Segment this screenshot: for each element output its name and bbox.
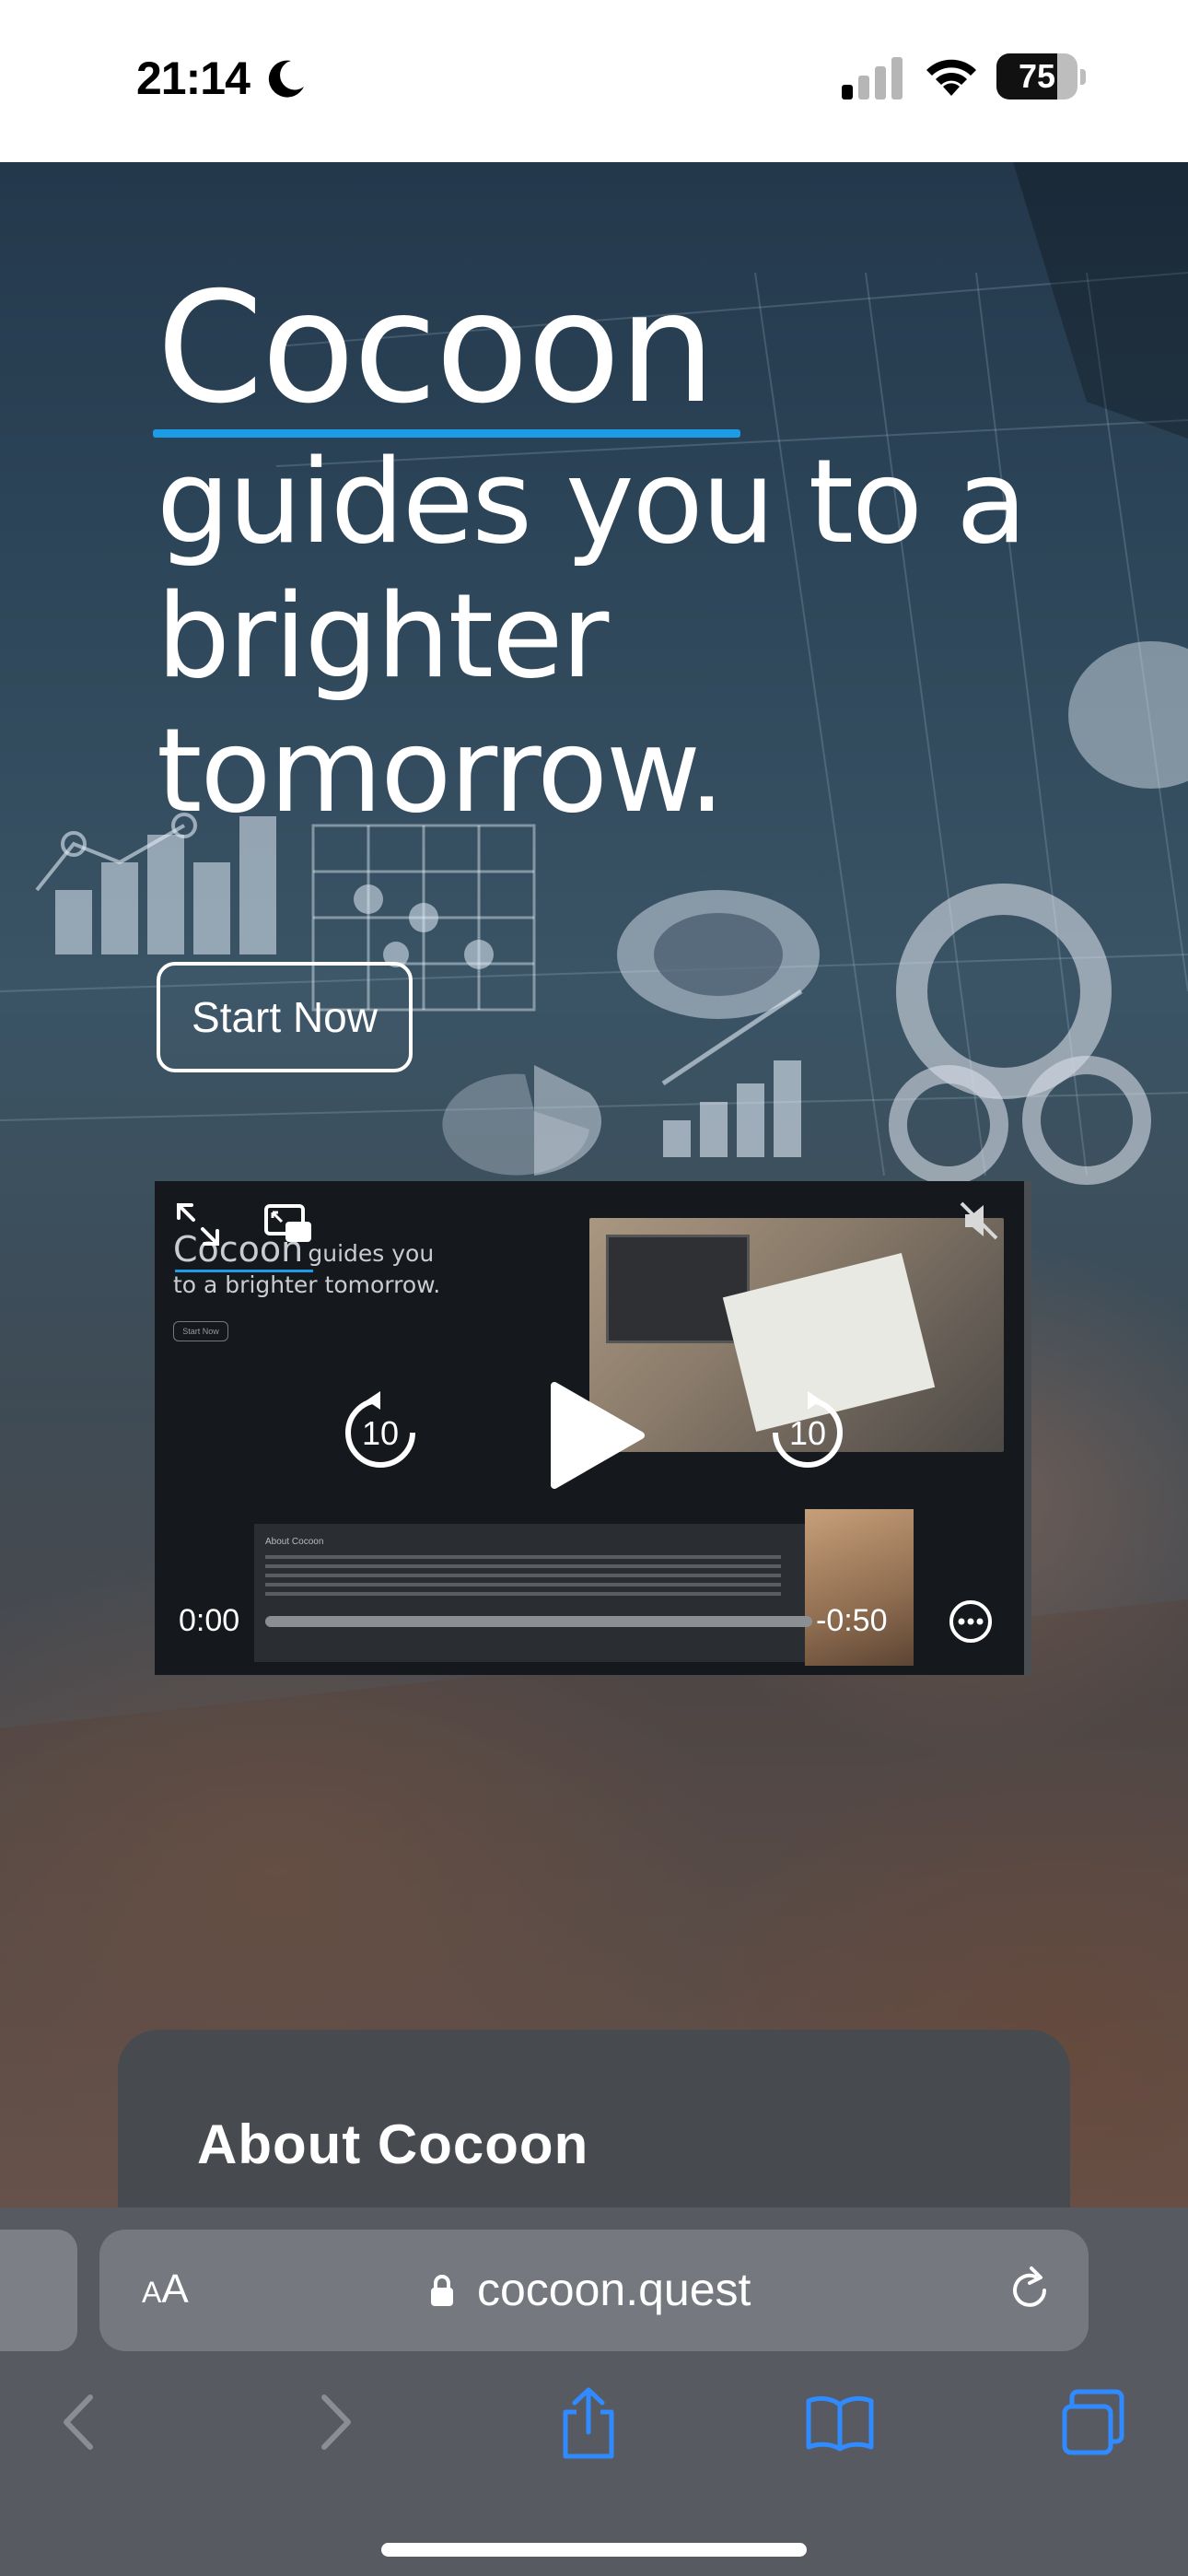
rewind-10-seconds-icon[interactable]: 10 [339, 1391, 422, 1474]
video-frame-people-photo [805, 1509, 914, 1666]
hero-headline: Cocoon guides you to a brighter tomorrow… [153, 271, 1077, 838]
rewind-seconds-label: 10 [362, 1414, 399, 1452]
video-elapsed-time: 0:00 [179, 1603, 240, 1638]
video-frame-about-heading: About Cocoon [265, 1537, 324, 1547]
video-remaining-time: -0:50 [816, 1603, 888, 1638]
brand-name: Cocoon [153, 271, 1077, 438]
video-frame-tagline: guides you [308, 1240, 435, 1267]
tabs-icon[interactable] [1059, 2388, 1129, 2458]
address-bar[interactable]: AA cocoon.quest [99, 2230, 1089, 2351]
forward-10-seconds-icon[interactable]: 10 [766, 1391, 849, 1474]
status-bar: 21:14 75 [0, 0, 1188, 162]
wifi-icon [926, 59, 976, 96]
reader-settings-large-a: A [161, 2266, 189, 2312]
video-frame-start-button: Start Now [173, 1321, 228, 1341]
back-icon[interactable] [57, 2392, 99, 2453]
brand-name-text: Cocoon [157, 260, 716, 438]
video-scrubber[interactable] [265, 1616, 812, 1627]
reader-settings-small-a: A [142, 2276, 162, 2309]
forward-icon[interactable] [315, 2392, 357, 2453]
brand-underline [153, 429, 740, 438]
about-heading: About Cocoon [197, 2113, 589, 2175]
video-frame-underline [175, 1270, 313, 1272]
browser-toolbar: AA cocoon.quest [0, 2207, 1188, 2576]
share-icon[interactable] [556, 2386, 621, 2460]
battery-percentage: 75 [1018, 57, 1056, 95]
previous-tab-preview[interactable] [0, 2230, 77, 2351]
more-options-icon[interactable] [949, 1599, 993, 1644]
bookmarks-icon[interactable] [805, 2394, 875, 2453]
reload-icon[interactable] [1004, 2265, 1055, 2316]
home-indicator[interactable] [381, 2543, 807, 2557]
video-frame-about: About Cocoon [254, 1524, 807, 1662]
video-frame-tagline-line2: to a brighter tomorrow. [173, 1271, 441, 1298]
fullscreen-expand-icon[interactable] [175, 1201, 221, 1247]
forward-seconds-label: 10 [789, 1414, 826, 1452]
start-now-button[interactable]: Start Now [157, 962, 413, 1072]
video-player[interactable]: Cocoon guides you to a brighter tomorrow… [155, 1181, 1031, 1675]
hero-tagline: guides you to a brighter tomorrow. [157, 434, 1027, 838]
lock-icon [431, 2275, 453, 2306]
video-frame-edge [1024, 1181, 1031, 1675]
do-not-disturb-moon-icon [268, 60, 304, 98]
url-text[interactable]: cocoon.quest [477, 2263, 751, 2316]
about-card: About Cocoon [118, 2030, 1070, 2207]
picture-in-picture-icon[interactable] [263, 1203, 313, 1244]
cellular-signal-icon [842, 57, 903, 100]
battery-icon: 75 [996, 53, 1087, 101]
play-icon[interactable] [545, 1380, 646, 1491]
muted-speaker-icon[interactable] [958, 1200, 1000, 1242]
reader-settings-button[interactable]: AA [142, 2266, 189, 2313]
status-time: 21:14 [136, 53, 250, 104]
hero-section: Cocoon guides you to a brighter tomorrow… [0, 162, 1188, 2207]
